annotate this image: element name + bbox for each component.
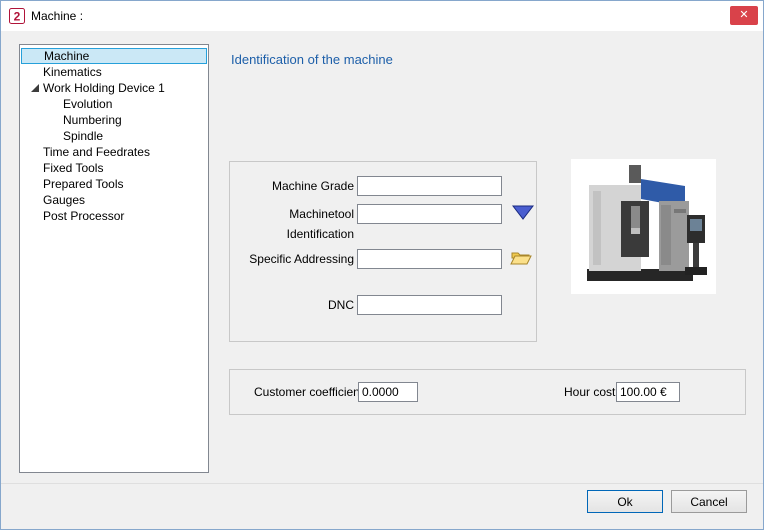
- dropdown-triangle-icon: [511, 205, 535, 220]
- open-folder-icon: [510, 252, 532, 265]
- hour-cost-label: Hour cost: [564, 385, 616, 399]
- machine-dialog: 2 Machine : ✕ Machine Kinematics Work Ho…: [0, 0, 764, 530]
- costs-group: Customer coefficient Hour cost: [229, 369, 746, 415]
- dnc-row: DNC: [230, 295, 530, 317]
- footer-separator: [1, 483, 763, 484]
- expanded-triangle-icon[interactable]: [31, 84, 39, 92]
- browse-folder-button[interactable]: [508, 248, 534, 270]
- dnc-label: DNC: [328, 298, 354, 312]
- tree-item-numbering[interactable]: Numbering: [21, 112, 207, 128]
- tree-item-post-processor[interactable]: Post Processor: [21, 208, 207, 224]
- tree-item-machine[interactable]: Machine: [21, 48, 207, 64]
- identification-dropdown-button[interactable]: [510, 203, 536, 225]
- machinetool-identification-input[interactable]: [357, 204, 502, 224]
- hour-cost-input[interactable]: [616, 382, 680, 402]
- tree-item-time-and-feedrates[interactable]: Time and Feedrates: [21, 144, 207, 160]
- cancel-button[interactable]: Cancel: [671, 490, 747, 513]
- specific-addressing-row: Specific Addressing: [230, 249, 538, 271]
- dnc-input[interactable]: [357, 295, 502, 315]
- ok-button[interactable]: Ok: [587, 490, 663, 513]
- tree-item-kinematics[interactable]: Kinematics: [21, 64, 207, 80]
- close-button[interactable]: ✕: [730, 6, 758, 25]
- machine-grade-input[interactable]: [357, 176, 502, 196]
- tree-item-prepared-tools[interactable]: Prepared Tools: [21, 176, 207, 192]
- svg-text:2: 2: [14, 10, 21, 24]
- tree-item-work-holding-device-1[interactable]: Work Holding Device 1: [21, 80, 207, 96]
- customer-coefficient-label: Customer coefficient: [254, 385, 364, 399]
- tree-item-fixed-tools[interactable]: Fixed Tools: [21, 160, 207, 176]
- specific-addressing-label: Specific Addressing: [249, 252, 354, 266]
- page-title: Identification of the machine: [231, 52, 393, 67]
- titlebar: 2 Machine : ✕: [1, 1, 763, 31]
- tree-item-label: Work Holding Device 1: [43, 81, 165, 95]
- tree-item-evolution[interactable]: Evolution: [21, 96, 207, 112]
- specific-addressing-input[interactable]: [357, 249, 502, 269]
- app-logo-icon: 2: [9, 8, 25, 24]
- machine-grade-row: Machine Grade: [230, 176, 530, 198]
- tree-items: Machine Kinematics Work Holding Device 1…: [21, 48, 207, 224]
- customer-coefficient-input[interactable]: [358, 382, 418, 402]
- window-title: Machine :: [31, 9, 84, 23]
- machine-photo: [571, 159, 716, 294]
- tree-item-gauges[interactable]: Gauges: [21, 192, 207, 208]
- tree-item-spindle[interactable]: Spindle: [21, 128, 207, 144]
- machinetool-identification-row: Machinetool Identification: [230, 203, 538, 241]
- navigation-tree: Machine Kinematics Work Holding Device 1…: [19, 44, 209, 473]
- identification-group: Machine Grade Machinetool Identification…: [229, 161, 537, 342]
- machine-grade-label: Machine Grade: [271, 179, 354, 193]
- machinetool-identification-label: Machinetool Identification: [286, 207, 354, 241]
